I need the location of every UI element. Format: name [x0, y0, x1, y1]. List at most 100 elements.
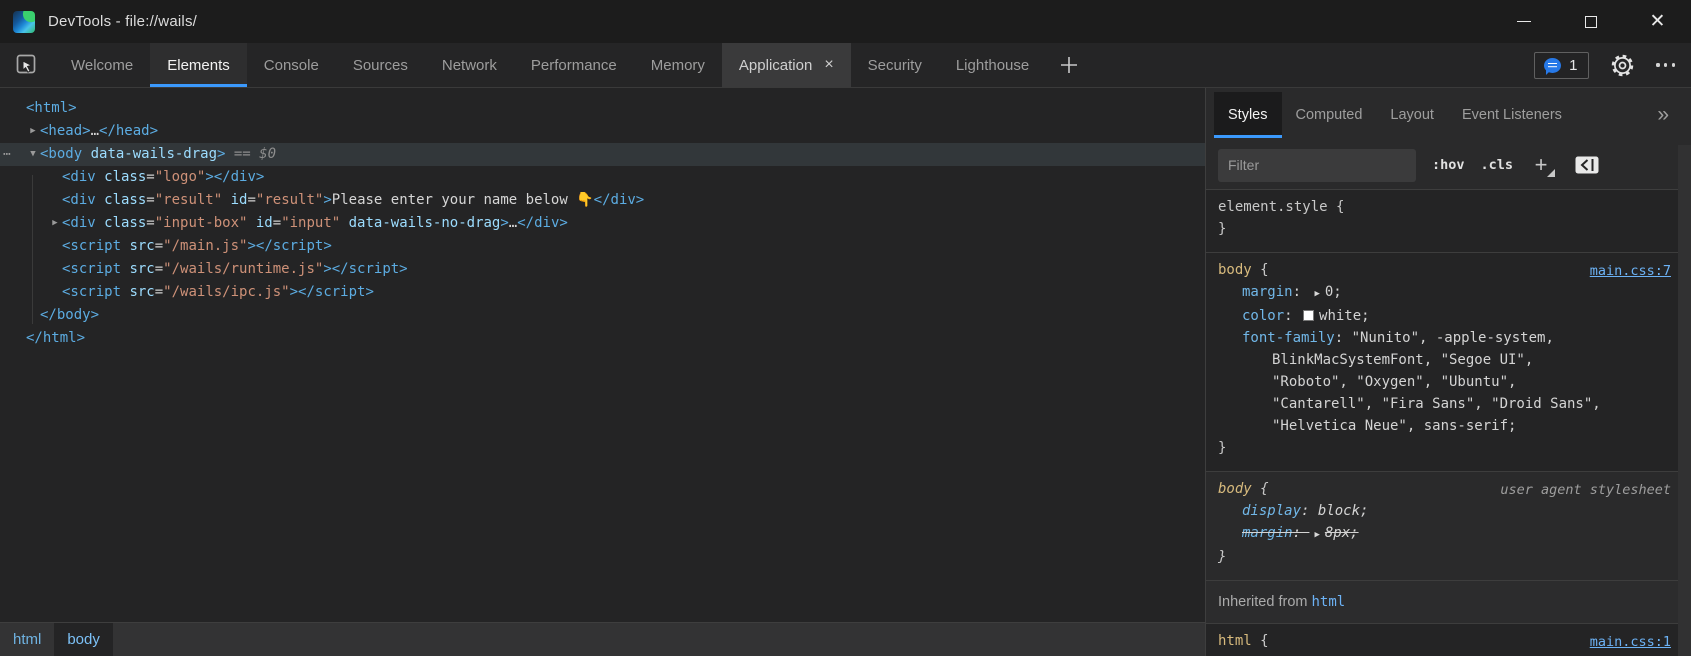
close-brace: }: [1218, 437, 1665, 459]
tree-row[interactable]: ▶<head>…</head>: [0, 120, 1205, 143]
property-value[interactable]: white: [1319, 308, 1361, 324]
expanded-arrow-icon[interactable]: ▼: [26, 143, 40, 166]
property-text: display: block;: [1242, 503, 1368, 519]
customize-devtools-button[interactable]: [1656, 63, 1675, 66]
rule-selector[interactable]: html: [1218, 633, 1252, 649]
property-name[interactable]: font-family: [1242, 330, 1335, 346]
new-style-rule-button[interactable]: +: [1529, 153, 1553, 177]
breadcrumb-item-html[interactable]: html: [0, 623, 54, 656]
toggle-hover-state-button[interactable]: :hov: [1432, 157, 1465, 173]
styles-scrollbar[interactable]: [1678, 145, 1691, 656]
rule-selector[interactable]: body: [1218, 481, 1252, 497]
open-brace: {: [1328, 199, 1345, 215]
css-property[interactable]: display: block;: [1218, 500, 1612, 522]
code-line: <div class="logo"></div>: [0, 169, 264, 185]
tab-label: Sources: [353, 57, 408, 74]
tree-row[interactable]: <div class="result" id="result">Please e…: [0, 189, 1205, 212]
toggle-computed-sidebar-button[interactable]: [1575, 156, 1599, 174]
css-property[interactable]: margin: ▶8px;: [1218, 522, 1612, 546]
tab-sources[interactable]: Sources: [336, 43, 425, 87]
css-property[interactable]: color: white;: [1218, 305, 1612, 327]
tab-network[interactable]: Network: [425, 43, 514, 87]
tree-row[interactable]: </html>: [0, 327, 1205, 350]
code-segment: …: [91, 123, 99, 139]
sidebar-tab-layout[interactable]: Layout: [1376, 92, 1448, 138]
sidebar-tab-event-listeners[interactable]: Event Listeners: [1448, 92, 1576, 138]
expand-shorthand-icon[interactable]: ▶: [1314, 524, 1319, 546]
rule-selector[interactable]: body: [1218, 262, 1252, 278]
code-segment: "/wails/runtime.js": [163, 261, 323, 277]
issues-bubble-icon: [1544, 58, 1561, 73]
tab-label: Console: [264, 57, 319, 74]
css-property[interactable]: margin: ▶0;: [1218, 281, 1612, 305]
color-swatch[interactable]: [1303, 310, 1314, 321]
tab-label: Application: [739, 57, 812, 74]
css-property[interactable]: font-family: "Nunito", -apple-system, Bl…: [1218, 327, 1612, 437]
rule-selector-line: element.style {: [1218, 196, 1665, 218]
code-segment: data-wails-no-drag: [340, 215, 500, 231]
close-button[interactable]: ✕: [1624, 0, 1691, 43]
breadcrumb-item-body[interactable]: body: [54, 623, 113, 656]
css-property[interactable]: background-color: rgba(33, 37, 43, 1);: [1218, 652, 1612, 656]
code-segment: <script: [62, 261, 121, 277]
stylesheet-source-link[interactable]: main.css:1: [1590, 634, 1671, 650]
code-segment: ></script>: [323, 261, 407, 277]
tree-row[interactable]: <script src="/main.js"></script>: [0, 235, 1205, 258]
code-segment: =: [273, 215, 281, 231]
expand-shorthand-icon[interactable]: ▶: [1314, 283, 1319, 305]
code-segment: == $0: [225, 146, 276, 162]
property-name[interactable]: margin: [1242, 525, 1293, 541]
code-line: </html>: [0, 330, 85, 346]
tree-row[interactable]: <script src="/wails/runtime.js"></script…: [0, 258, 1205, 281]
code-segment: =: [146, 192, 154, 208]
tab-close-icon[interactable]: ×: [824, 57, 833, 73]
property-value[interactable]: block: [1318, 503, 1360, 519]
tab-welcome[interactable]: Welcome: [54, 43, 150, 87]
code-segment: </html>: [26, 330, 85, 346]
devtools-window: DevTools - file://wails/ ✕ WelcomeElemen…: [0, 0, 1691, 656]
inherited-node-link[interactable]: html: [1311, 594, 1345, 610]
style-rule: body {user agent stylesheetdisplay: bloc…: [1206, 472, 1691, 581]
tree-row[interactable]: ⋯▼<body data-wails-drag> == $0: [0, 143, 1205, 166]
inspect-element-button[interactable]: [0, 43, 54, 87]
property-value[interactable]: 8px: [1325, 525, 1350, 541]
tab-performance[interactable]: Performance: [514, 43, 634, 87]
collapsed-arrow-icon[interactable]: ▶: [26, 120, 40, 143]
settings-button[interactable]: [1609, 52, 1636, 79]
tree-row[interactable]: <script src="/wails/ipc.js"></script>: [0, 281, 1205, 304]
open-brace: {: [1252, 633, 1269, 649]
issues-counter-button[interactable]: 1: [1534, 52, 1589, 79]
tab-application[interactable]: Application ×: [722, 43, 851, 87]
stylesheet-source-link[interactable]: main.css:7: [1590, 263, 1671, 279]
rule-selector[interactable]: element.style: [1218, 199, 1328, 215]
collapsed-arrow-icon[interactable]: ▶: [48, 212, 62, 235]
code-segment: <div: [62, 215, 96, 231]
toggle-classes-button[interactable]: .cls: [1481, 157, 1514, 173]
row-actions-icon[interactable]: ⋯: [3, 143, 12, 166]
minimize-button[interactable]: [1490, 0, 1557, 43]
code-segment: "/wails/ipc.js": [163, 284, 289, 300]
toolbar-right-group: 1: [1534, 43, 1691, 87]
more-tools-button[interactable]: [1046, 43, 1092, 87]
tab-lighthouse[interactable]: Lighthouse: [939, 43, 1046, 87]
tab-security[interactable]: Security: [851, 43, 939, 87]
sidebar-tab-computed[interactable]: Computed: [1282, 92, 1377, 138]
more-panels-chevron[interactable]: »: [1657, 103, 1669, 127]
tab-label: Welcome: [71, 57, 133, 74]
tree-row[interactable]: </body>: [0, 304, 1205, 327]
tree-row[interactable]: ▶<div class="input-box" id="input" data-…: [0, 212, 1205, 235]
property-name[interactable]: margin: [1242, 284, 1293, 300]
tree-row[interactable]: <html>: [0, 97, 1205, 120]
property-name[interactable]: color: [1242, 308, 1284, 324]
tab-console[interactable]: Console: [247, 43, 336, 87]
property-name[interactable]: display: [1242, 503, 1301, 519]
code-segment: <html>: [26, 100, 77, 116]
tab-elements[interactable]: Elements: [150, 43, 247, 87]
property-value[interactable]: 0: [1325, 284, 1333, 300]
sidebar-tab-styles[interactable]: Styles: [1214, 92, 1282, 138]
code-segment: class: [96, 169, 147, 185]
tab-memory[interactable]: Memory: [634, 43, 722, 87]
style-filter-input[interactable]: [1218, 149, 1416, 182]
maximize-button[interactable]: [1557, 0, 1624, 43]
tree-row[interactable]: <div class="logo"></div>: [0, 166, 1205, 189]
